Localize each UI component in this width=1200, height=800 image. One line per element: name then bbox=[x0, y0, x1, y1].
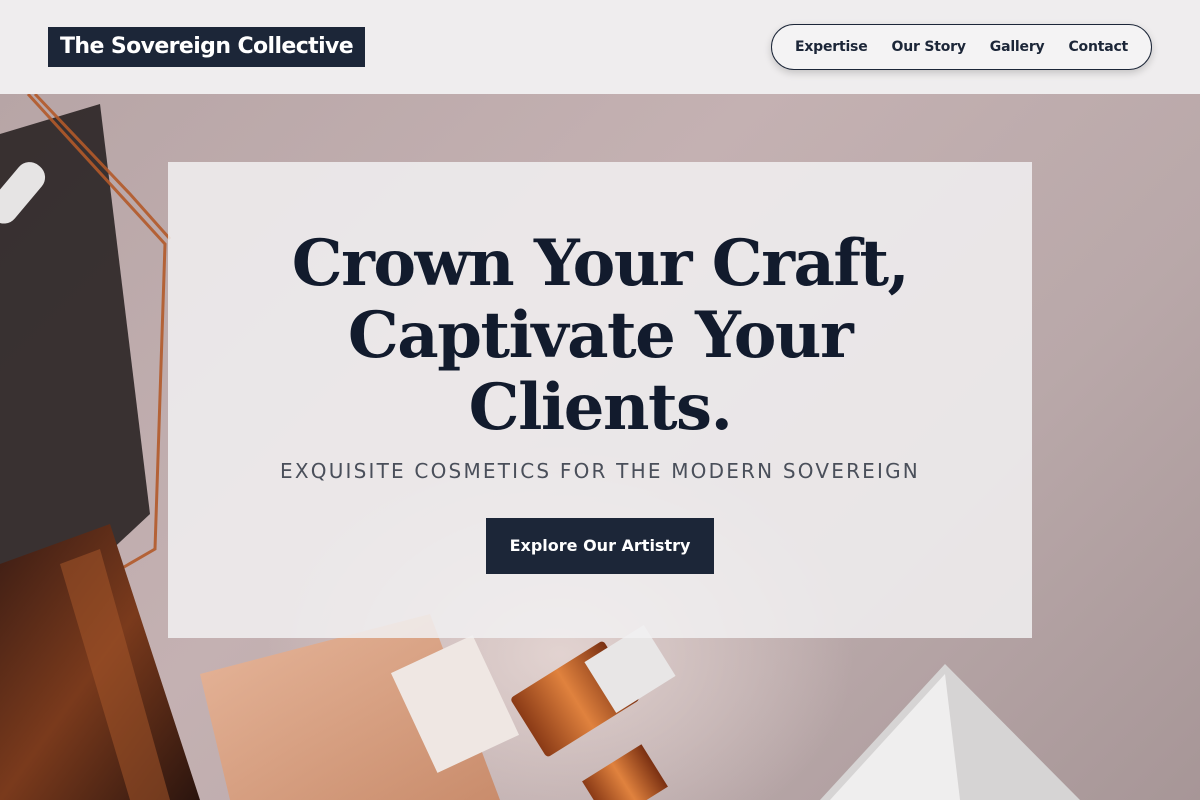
page: The Sovereign Collective Expertise Our S… bbox=[0, 0, 1200, 800]
site-header: The Sovereign Collective Expertise Our S… bbox=[0, 0, 1200, 94]
hero-tagline: EXQUISITE COSMETICS FOR THE MODERN SOVER… bbox=[280, 459, 920, 483]
headline-line: Crown Your Craft, bbox=[291, 226, 910, 301]
headline-line: Clients. bbox=[468, 370, 733, 445]
site-logo[interactable]: The Sovereign Collective bbox=[48, 27, 366, 67]
nav-our-story[interactable]: Our Story bbox=[892, 39, 966, 55]
main-nav: Expertise Our Story Gallery Contact bbox=[771, 24, 1152, 70]
nav-gallery[interactable]: Gallery bbox=[990, 39, 1045, 55]
explore-artistry-button[interactable]: Explore Our Artistry bbox=[486, 518, 714, 574]
nav-expertise[interactable]: Expertise bbox=[795, 39, 868, 55]
headline-line: Captivate Your bbox=[347, 298, 854, 373]
nav-contact[interactable]: Contact bbox=[1068, 39, 1128, 55]
hero-headline: Crown Your Craft, Captivate Your Clients… bbox=[168, 228, 1032, 444]
hero-card: Crown Your Craft, Captivate Your Clients… bbox=[168, 162, 1032, 638]
